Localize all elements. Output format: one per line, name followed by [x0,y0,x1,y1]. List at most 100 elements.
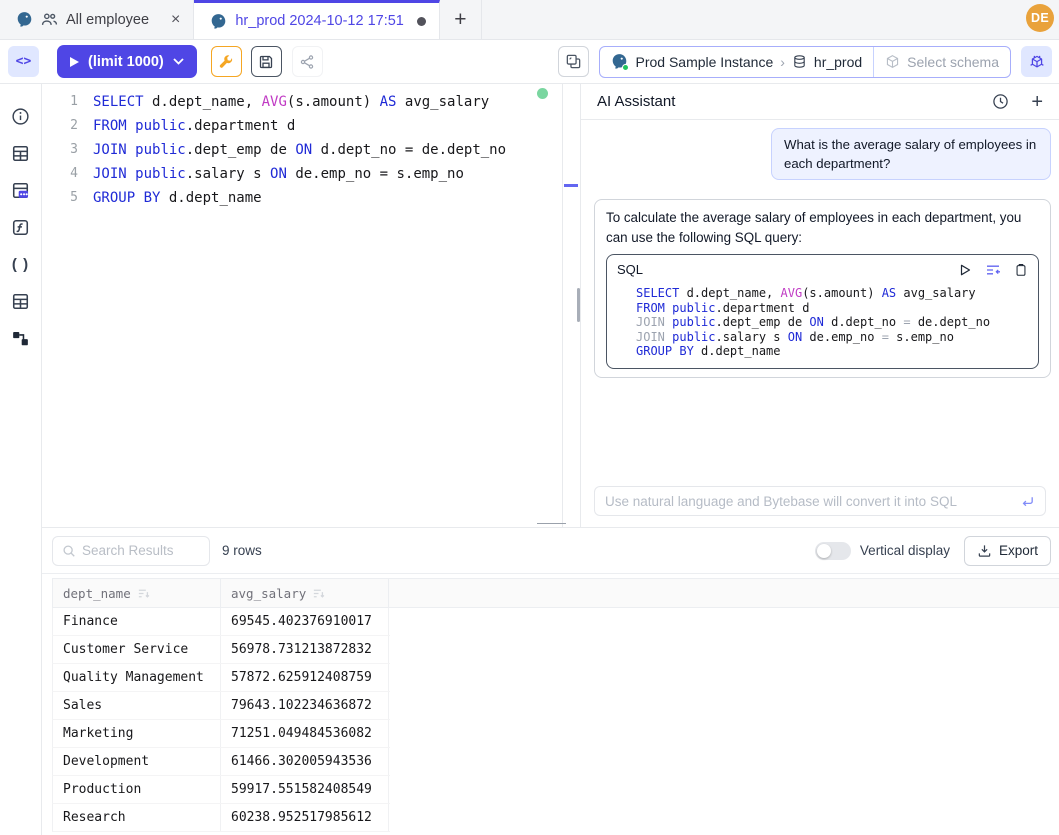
code-line: 2FROM public.department d [42,114,562,138]
schema-selector[interactable]: Select schema [873,47,1010,77]
code-line: 3JOIN public.dept_emp de ON d.dept_no = … [42,138,562,162]
table-icon-2[interactable] [8,289,34,313]
table-row[interactable]: Sales79643.102234636872 [52,692,390,720]
run-play-outline-icon[interactable] [958,263,972,277]
code-line-content: JOIN public.dept_emp de ON d.dept_no = d… [621,315,990,330]
chevron-down-icon [173,58,184,65]
schema-cube-icon [885,54,900,69]
table-header-filler [389,579,1059,607]
vertical-display-label: Vertical display [860,543,950,558]
tab-hr-prod[interactable]: hr_prod 2024-10-12 17:51 [194,0,440,39]
tab-all-employee[interactable]: All employee × [0,0,194,39]
code-card-header: SQL [607,255,1038,283]
close-icon[interactable]: × [171,12,180,28]
code-line-content: SELECT d.dept_name, AVG(s.amount) AS avg… [78,90,489,114]
table-body: Finance69545.402376910017Customer Servic… [52,608,1059,832]
code-line-content: JOIN public.salary s ON de.emp_no = s.em… [621,330,954,345]
table-cell: 69545.402376910017 [221,608,389,635]
search-input[interactable] [82,543,200,558]
play-icon [70,57,79,67]
parentheses-icon[interactable]: ( ) [8,252,34,276]
run-button-label: (limit 1000) [88,54,164,70]
code-line: JOIN public.dept_emp de ON d.dept_no = d… [621,315,1028,330]
code-line: 1SELECT d.dept_name, AVG(s.amount) AS av… [42,90,562,114]
schema-placeholder: Select schema [907,54,999,70]
save-button[interactable] [251,46,282,77]
copy-clipboard-icon[interactable] [1014,263,1028,277]
share-icon [299,54,315,70]
table-icon[interactable] [8,141,34,165]
code-line: JOIN public.salary s ON de.emp_no = s.em… [621,330,1028,345]
table-row[interactable]: Research60238.952517985612 [52,804,390,832]
table-cell: 60238.952517985612 [221,804,389,831]
sql-editor[interactable]: 1SELECT d.dept_name, AVG(s.amount) AS av… [42,84,563,527]
unsaved-indicator [417,17,426,26]
batch-query-icon [565,53,582,70]
code-line-content: JOIN public.salary s ON de.emp_no = s.em… [78,162,464,186]
format-button[interactable] [211,46,242,77]
code-line-content: FROM public.department d [621,301,809,316]
schema-diagram-icon[interactable] [8,326,34,350]
table-cell: 57872.625912408759 [221,664,389,691]
instance-database-selector[interactable]: Prod Sample Instance › hr_prod [600,47,873,77]
left-sidebar: ( ) [0,84,42,835]
new-chat-icon[interactable]: + [1031,92,1043,112]
avatar[interactable]: DE [1026,4,1054,32]
sql-code: 1SELECT d.dept_name, AVG(s.amount) AS av… [42,90,562,210]
code-icon[interactable]: <> [8,46,39,77]
table-row[interactable]: Marketing71251.049484536082 [52,720,390,748]
ai-assistant-panel: AI Assistant + What is the average salar… [581,84,1059,527]
database-icon [792,54,807,69]
ai-assistant-button[interactable] [1021,46,1052,77]
column-header-dept-name[interactable]: dept_name [53,579,221,607]
tab-bar: All employee × hr_prod 2024-10-12 17:51 … [0,0,1059,40]
results-header: 9 rows Vertical display Export [42,528,1059,574]
table-row[interactable]: Production59917.551582408549 [52,776,390,804]
sort-icon[interactable] [137,587,150,600]
table-cell: Quality Management [53,664,221,691]
table-cell: Marketing [53,720,221,747]
table-cell: 79643.102234636872 [221,692,389,719]
history-clock-icon[interactable] [992,93,1009,110]
table-cell: Finance [53,608,221,635]
function-icon[interactable] [8,215,34,239]
postgres-icon [210,13,227,30]
vertical-display-toggle[interactable] [815,542,851,560]
postgres-icon [16,11,33,28]
external-table-icon[interactable] [8,178,34,202]
instance-name: Prod Sample Instance [635,54,773,70]
table-cell: 71251.049484536082 [221,720,389,747]
code-language-label: SQL [617,260,643,280]
ai-prompt-input[interactable] [605,494,1020,509]
new-tab-button[interactable]: + [440,0,482,39]
sql-code-card: SQL SELECT d [606,254,1039,369]
column-header-avg-salary[interactable]: avg_salary [221,579,389,607]
table-row[interactable]: Customer Service56978.731213872832 [52,636,390,664]
table-row[interactable]: Quality Management57872.625912408759 [52,664,390,692]
insert-icon[interactable] [985,262,1001,278]
table-cell: Research [53,804,221,831]
download-icon [977,543,992,558]
sort-icon[interactable] [312,587,325,600]
info-icon[interactable] [8,104,34,128]
table-cell: Production [53,776,221,803]
table-row[interactable]: Finance69545.402376910017 [52,608,390,636]
code-line-content: GROUP BY d.dept_name [78,186,262,210]
batch-query-button[interactable] [558,46,589,77]
tab-label: All employee [66,12,149,28]
table-header-row: dept_name avg_salary [52,578,1059,608]
code-line-content: FROM public.department d [78,114,295,138]
table-row[interactable]: Development61466.302005943536 [52,748,390,776]
code-line: 4JOIN public.salary s ON de.emp_no = s.e… [42,162,562,186]
export-button[interactable]: Export [964,536,1051,566]
share-button[interactable] [292,46,323,77]
run-query-button[interactable]: (limit 1000) [57,45,197,78]
search-icon [62,544,76,558]
code-line-content: SELECT d.dept_name, AVG(s.amount) AS avg… [621,286,976,301]
table-cell: 56978.731213872832 [221,636,389,663]
return-icon[interactable] [1020,494,1035,509]
table-cell: 59917.551582408549 [221,776,389,803]
line-number: 4 [42,162,78,186]
vertical-divider-handle[interactable] [577,288,580,322]
code-line-content: JOIN public.dept_emp de ON d.dept_no = d… [78,138,506,162]
